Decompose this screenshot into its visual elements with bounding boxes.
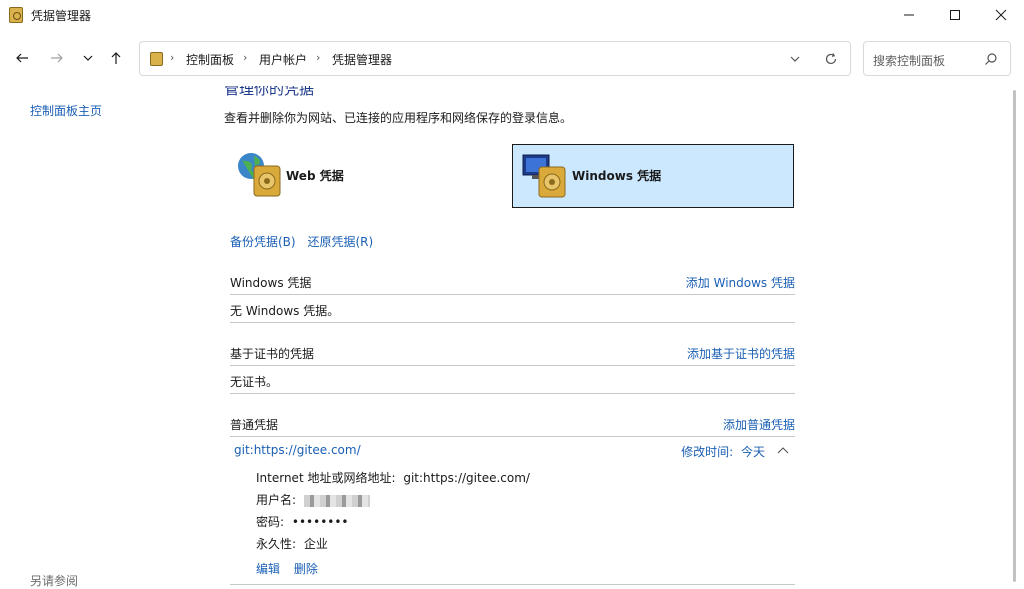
credential-row[interactable]: git:https://gitee.com/ 修改时间: 今天 [230,437,795,463]
password-value: •••••••• [291,515,349,529]
maximize-icon [950,10,960,20]
windows-credentials-icon [522,154,566,198]
section-title: 基于证书的凭据 [230,347,315,361]
navigation-bar: › 控制面板 › 用户帐户 › 凭据管理器 搜索控制面板 [0,30,1024,86]
vertical-scrollbar[interactable] [1006,86,1024,586]
section-title: 普通凭据 [230,418,279,432]
see-also-heading: 另请参阅 [30,574,79,588]
address-label: Internet 地址或网络地址: [256,471,396,485]
persistence-value: 企业 [303,537,328,551]
chevron-right-icon: › [243,51,248,64]
recent-locations-button[interactable] [77,47,99,69]
arrow-right-icon [51,53,63,63]
credential-manager-icon [9,7,23,23]
left-pane: 控制面板主页 另请参阅 [0,86,200,588]
credential-actions: 编辑 删除 [256,560,328,577]
backup-credentials-link[interactable]: 备份凭据(B) [230,235,296,249]
username-label: 用户名: [256,493,297,507]
search-icon[interactable] [984,52,998,66]
empty-message: 无证书。 [230,375,279,389]
section-header: 基于证书的凭据 添加基于证书的凭据 [230,342,795,366]
minimize-icon [904,14,914,16]
persistence-label: 永久性: [256,537,297,551]
chevron-right-icon: › [170,51,175,64]
certificate-credentials-section: 基于证书的凭据 添加基于证书的凭据 无证书。 [230,342,795,394]
close-button[interactable] [978,0,1024,30]
windows-credentials-label: Windows 凭据 [572,169,662,183]
persistence-field: 永久性: 企业 [256,535,328,552]
remove-link[interactable]: 删除 [294,562,318,576]
control-panel-icon [150,52,163,66]
control-panel-home-link[interactable]: 控制面板主页 [30,102,102,119]
add-certificate-credential-link[interactable]: 添加基于证书的凭据 [687,345,795,362]
title-bar: 凭据管理器 [0,0,1024,30]
add-windows-credential-link[interactable]: 添加 Windows 凭据 [686,274,795,291]
web-credentials-label: Web 凭据 [286,169,344,183]
window-title: 凭据管理器 [31,9,92,23]
windows-credentials-tile[interactable]: Windows 凭据 [512,144,794,208]
empty-message: 无 Windows 凭据。 [230,304,340,318]
modified-value: 今天 [740,445,765,459]
section-title: Windows 凭据 [230,276,312,290]
arrow-up-icon [111,52,121,64]
web-credentials-tile[interactable]: Web 凭据 [230,144,512,208]
maximize-button[interactable] [932,0,978,30]
section-header: 普通凭据 添加普通凭据 [230,413,795,437]
section-body: 无证书。 [230,366,795,394]
page-subtitle: 查看并删除你为网站、已连接的应用程序和网络保存的登录信息。 [224,111,573,125]
generic-credentials-section: 普通凭据 添加普通凭据 git:https://gitee.com/ 修改时间:… [230,413,795,585]
add-generic-credential-link[interactable]: 添加普通凭据 [723,416,795,433]
edit-link[interactable]: 编辑 [256,562,280,576]
restore-credentials-link[interactable]: 还原凭据(R) [307,235,373,249]
arrow-left-icon [16,53,28,63]
backup-restore-links: 备份凭据(B) 还原凭据(R) [230,233,381,250]
credential-modified: 修改时间: 今天 [681,443,765,460]
credential-name[interactable]: git:https://gitee.com/ [234,443,361,457]
breadcrumb-user-accounts[interactable]: 用户帐户 [259,51,307,68]
windows-credentials-section: Windows 凭据 添加 Windows 凭据 无 Windows 凭据。 [230,271,795,323]
chevron-down-icon [83,55,93,61]
credential-details: Internet 地址或网络地址: git:https://gitee.com/… [230,463,795,585]
password-label: 密码: [256,515,285,529]
close-icon [995,9,1007,21]
username-field: 用户名: [256,491,370,508]
search-placeholder: 搜索控制面板 [873,54,946,68]
chevron-up-icon[interactable] [777,445,789,455]
breadcrumb-control-panel[interactable]: 控制面板 [186,51,234,68]
address-value: git:https://gitee.com/ [403,471,530,485]
page-title: 管理你的凭据 [224,86,315,98]
address-dropdown-icon[interactable] [788,52,802,66]
web-credentials-icon [238,153,281,197]
refresh-icon[interactable] [824,52,838,66]
breadcrumb-credential-manager[interactable]: 凭据管理器 [332,51,392,68]
section-header: Windows 凭据 添加 Windows 凭据 [230,271,795,295]
chevron-right-icon: › [316,51,321,64]
address-bar[interactable]: › 控制面板 › 用户帐户 › 凭据管理器 [139,41,851,76]
modified-label: 修改时间: [681,445,734,459]
main-content: 管理你的凭据 查看并删除你为网站、已连接的应用程序和网络保存的登录信息。 Web… [200,86,1006,586]
username-value-redacted [303,494,370,507]
search-input[interactable]: 搜索控制面板 [863,41,1011,76]
address-field: Internet 地址或网络地址: git:https://gitee.com/ [256,469,530,486]
minimize-button[interactable] [886,0,932,30]
section-body: 无 Windows 凭据。 [230,295,795,323]
back-button[interactable] [11,47,33,69]
scrollbar-thumb[interactable] [1013,90,1016,582]
forward-button[interactable] [46,47,68,69]
password-field: 密码: •••••••• [256,513,349,530]
up-button[interactable] [105,47,127,69]
